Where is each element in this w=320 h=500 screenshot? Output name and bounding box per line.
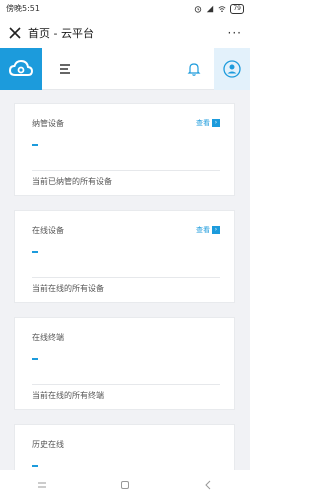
card-value-dash [32,358,38,360]
card-managed-devices: 纳管设备 查看 › 当前已纳管的所有设备 [14,103,235,196]
card-divider [32,170,220,171]
card-note: 当前已纳管的所有设备 [32,177,112,186]
card-value-dash [32,465,38,467]
more-menu-button[interactable]: ··· [228,26,242,40]
chevron-right-icon: › [212,119,220,127]
status-time: 傍晚5:51 [6,4,40,13]
status-icons: 79 [194,3,244,14]
system-nav-bar [0,470,250,500]
card-view-link[interactable]: 查看 › [196,225,220,235]
card-value-dash [32,251,38,253]
status-bar: 傍晚5:51 79 [0,0,250,17]
home-button[interactable] [119,479,131,491]
chevron-right-icon: › [212,226,220,234]
back-button[interactable] [202,479,214,491]
dashboard-content: 纳管设备 查看 › 当前已纳管的所有设备 在线设备 查看 › 当前在线的所有设备… [0,90,250,470]
card-view-label: 查看 [196,119,210,127]
alarm-icon [195,5,202,13]
app-header [0,47,250,90]
card-value-dash [32,144,38,146]
card-note: 当前在线的所有终端 [32,391,104,400]
back-icon [205,480,211,490]
user-avatar-button[interactable] [214,47,250,90]
card-divider [32,384,220,385]
page-title: 首页 - 云平台 [28,26,94,40]
card-divider [32,277,220,278]
battery-indicator: 79 [230,3,244,14]
recent-apps-button[interactable] [36,479,48,491]
card-view-label: 查看 [196,226,210,234]
cloud-logo-icon [8,59,34,76]
card-title: 在线设备 [32,226,64,235]
card-title: 纳管设备 [32,119,64,128]
card-history-online: 历史在线 [14,424,235,470]
recent-apps-icon [37,482,46,488]
card-title: 历史在线 [32,440,64,449]
card-online-devices: 在线设备 查看 › 当前在线的所有设备 [14,210,235,303]
signal-icon [207,5,214,12]
wifi-icon [218,5,226,12]
card-note: 当前在线的所有设备 [32,284,104,293]
bell-icon[interactable] [186,61,202,77]
app-logo[interactable] [0,47,42,90]
user-avatar-icon [223,59,241,78]
menu-toggle-icon[interactable] [58,62,72,76]
screen: 傍晚5:51 79 首页 - 云平台 ··· 纳管设备 查看 › 当前已纳管的所… [0,0,250,500]
card-title: 在线终端 [32,333,64,342]
title-bar: 首页 - 云平台 ··· [0,17,250,48]
card-online-terminals: 在线终端 当前在线的所有终端 [14,317,235,410]
close-icon[interactable] [8,26,22,40]
card-view-link[interactable]: 查看 › [196,118,220,128]
home-icon [120,481,129,489]
